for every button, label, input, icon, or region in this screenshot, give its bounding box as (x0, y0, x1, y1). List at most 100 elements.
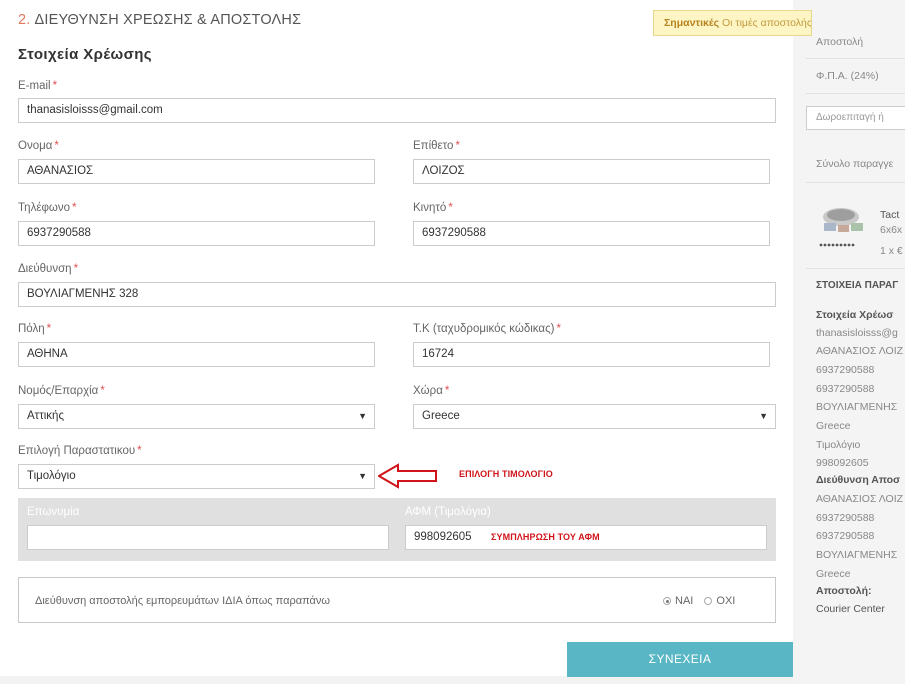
shipping-same-yes[interactable]: ΝΑΙ (663, 595, 693, 607)
annotation-arrow-icon (378, 463, 437, 489)
document-value: Τιμολόγιο (27, 470, 76, 482)
step-title: 2. ΔΙΕΥΘΥΝΣΗ ΧΡΕΩΣΗΣ & ΑΠΟΣΤΟΛΗΣ (18, 12, 301, 28)
product-thumbnail-icon (819, 208, 863, 247)
country-select[interactable]: Greece ▼ (413, 404, 776, 429)
shipping-same-no[interactable]: ΟΧΙ (704, 595, 735, 607)
invoice-select-annotation: ΕΠΙΛΟΓΗ ΤΙΜΟΛΟΓΙΟ (459, 469, 553, 479)
billing-info-heading: Στοιχεία Χρέωσ (816, 309, 894, 321)
required-mark: * (54, 140, 59, 152)
address-label-text: Διεύθυνση (18, 263, 72, 275)
billing-info-line: Greece (816, 420, 851, 432)
phone-field[interactable]: 6937290588 (18, 221, 375, 246)
product-name-line1: Tact (880, 209, 900, 221)
shipping-info-heading: Διεύθυνση Αποσ (816, 474, 901, 486)
region-label-text: Νομός/Επαρχία (18, 385, 99, 397)
postcode-label-text: Τ.Κ (ταχυδρομικός κώδικας) (413, 323, 555, 335)
document-label-text: Επιλογή Παραστατικου (18, 445, 136, 457)
last-name-label: Επίθετο * (413, 140, 460, 152)
notice-text: Οι τιμές αποστολής άλλαξαν (722, 17, 812, 29)
required-mark: * (137, 445, 142, 457)
document-label: Επιλογή Παραστατικου * (18, 445, 142, 457)
document-select[interactable]: Τιμολόγιο ▼ (18, 464, 375, 489)
address-field[interactable]: ΒΟΥΛΙΑΓΜΕΝΗΣ 328 (18, 282, 776, 307)
billing-info-line: 6937290588 (816, 383, 875, 395)
step-number: 2. (18, 12, 31, 28)
last-name-field[interactable]: ΛΟΙΖΟΣ (413, 159, 770, 184)
step-title-text: ΔΙΕΥΘΥΝΣΗ ΧΡΕΩΣΗΣ & ΑΠΟΣΤΟΛΗΣ (34, 12, 302, 28)
billing-info-line: ΑΘΑΝΑΣΙΟΣ ΛΟΙΖ (816, 345, 904, 357)
first-name-field[interactable]: ΑΘΑΝΑΣΙΟΣ (18, 159, 375, 184)
required-mark: * (455, 140, 460, 152)
dropdown-arrow-icon: ▼ (358, 411, 367, 421)
region-value: Αττικής (27, 410, 64, 422)
required-mark: * (72, 202, 77, 214)
shipping-same-question: Διεύθυνση αποστολής εμπορευμάτων ΙΔΙΑ όπ… (35, 595, 330, 607)
summary-vat-row: Φ.Π.Α. (24%) (816, 70, 879, 82)
first-name-label-text: Ονομα (18, 140, 53, 152)
company-name-field[interactable] (27, 525, 389, 550)
postcode-field[interactable]: 16724 (413, 342, 770, 367)
billing-info-line: thanasisloisss@g (816, 327, 898, 339)
product-name-line2: 6x6x (880, 224, 903, 236)
region-label: Νομός/Επαρχία * (18, 385, 105, 397)
radio-selected-icon[interactable] (663, 597, 671, 605)
dropdown-arrow-icon: ▼ (759, 411, 768, 421)
phone-label-text: Τηλέφωνο (18, 202, 71, 214)
shipping-info-line: 6937290588 (816, 512, 875, 524)
shipping-info-line: 6937290588 (816, 530, 875, 542)
billing-info-line: 998092605 (816, 457, 869, 469)
carrier-heading: Αποστολή: (816, 585, 872, 597)
address-label: Διεύθυνση * (18, 263, 78, 275)
order-info-heading: ΣΤΟΙΧΕΙΑ ΠΑΡΑΓ (816, 280, 899, 291)
shipping-info-line: Greece (816, 568, 851, 580)
postcode-label: Τ.Κ (ταχυδρομικός κώδικας) * (413, 323, 561, 335)
billing-section-title: Στοιχεία Χρέωσης (18, 46, 153, 63)
email-label-text: E-mail (18, 80, 51, 92)
summary-divider (806, 93, 905, 94)
order-summary-sidebar: Αποστολή Φ.Π.Α. (24%) Δωροεπιταγή ή Σύνο… (793, 0, 905, 684)
country-label-text: Χώρα (413, 385, 443, 397)
shipping-same-no-label: ΟΧΙ (716, 595, 736, 607)
country-value: Greece (422, 410, 460, 422)
carrier-value: Courier Center (816, 603, 885, 615)
last-name-label-text: Επίθετο (413, 140, 454, 152)
billing-info-line: ΒΟΥΛΙΑΓΜΕΝΗΣ (816, 401, 898, 413)
summary-divider (806, 268, 905, 269)
mobile-field[interactable]: 6937290588 (413, 221, 770, 246)
shipping-same-yes-label: ΝΑΙ (675, 595, 694, 607)
first-name-label: Ονομα * (18, 140, 59, 152)
mobile-label: Κινητό * (413, 202, 453, 214)
coupon-input[interactable]: Δωροεπιταγή ή (806, 106, 905, 130)
summary-divider (806, 182, 905, 183)
continue-button[interactable]: ΣΥΝΕΧΕΙΑ (567, 642, 793, 677)
city-label-text: Πόλη (18, 323, 45, 335)
vat-fill-annotation: ΣΥΜΠΛΗΡΩΣΗ ΤΟΥ ΑΦΜ (491, 532, 600, 542)
summary-order-total: Σύνολο παραγγε (816, 158, 894, 170)
required-mark: * (73, 263, 79, 275)
required-mark: * (100, 385, 105, 397)
required-mark: * (556, 323, 561, 335)
city-field[interactable]: ΑΘΗΝΑ (18, 342, 375, 367)
dropdown-arrow-icon: ▼ (358, 471, 367, 481)
email-field[interactable]: thanasisloisss@gmail.com (18, 98, 776, 123)
summary-divider (806, 58, 905, 59)
billing-info-line: Τιμολόγιο (816, 439, 861, 451)
required-mark: * (444, 385, 450, 397)
footer-strip (0, 676, 793, 684)
shipping-price-notice: Σημαντικές Οι τιμές αποστολής άλλαξαν (653, 10, 812, 36)
required-mark: * (448, 202, 453, 214)
vat-number-label: ΑΦΜ (Τιμολόγια) (405, 506, 491, 518)
billing-info-line: 6937290588 (816, 364, 875, 376)
required-mark: * (46, 323, 52, 335)
summary-shipping-row: Αποστολή (816, 36, 864, 48)
region-select[interactable]: Αττικής ▼ (18, 404, 375, 429)
country-label: Χώρα * (413, 385, 449, 397)
radio-empty-icon[interactable] (704, 597, 713, 605)
product-quantity: 1 x € (880, 245, 903, 257)
mobile-label-text: Κινητό (413, 202, 447, 214)
shipping-info-line: ΑΘΑΝΑΣΙΟΣ ΛΟΙΖ (816, 493, 904, 505)
phone-label: Τηλέφωνο * (18, 202, 77, 214)
email-label: E-mail * (18, 80, 57, 92)
required-mark: * (52, 80, 58, 92)
company-name-label: Επωνυμία (27, 506, 80, 518)
